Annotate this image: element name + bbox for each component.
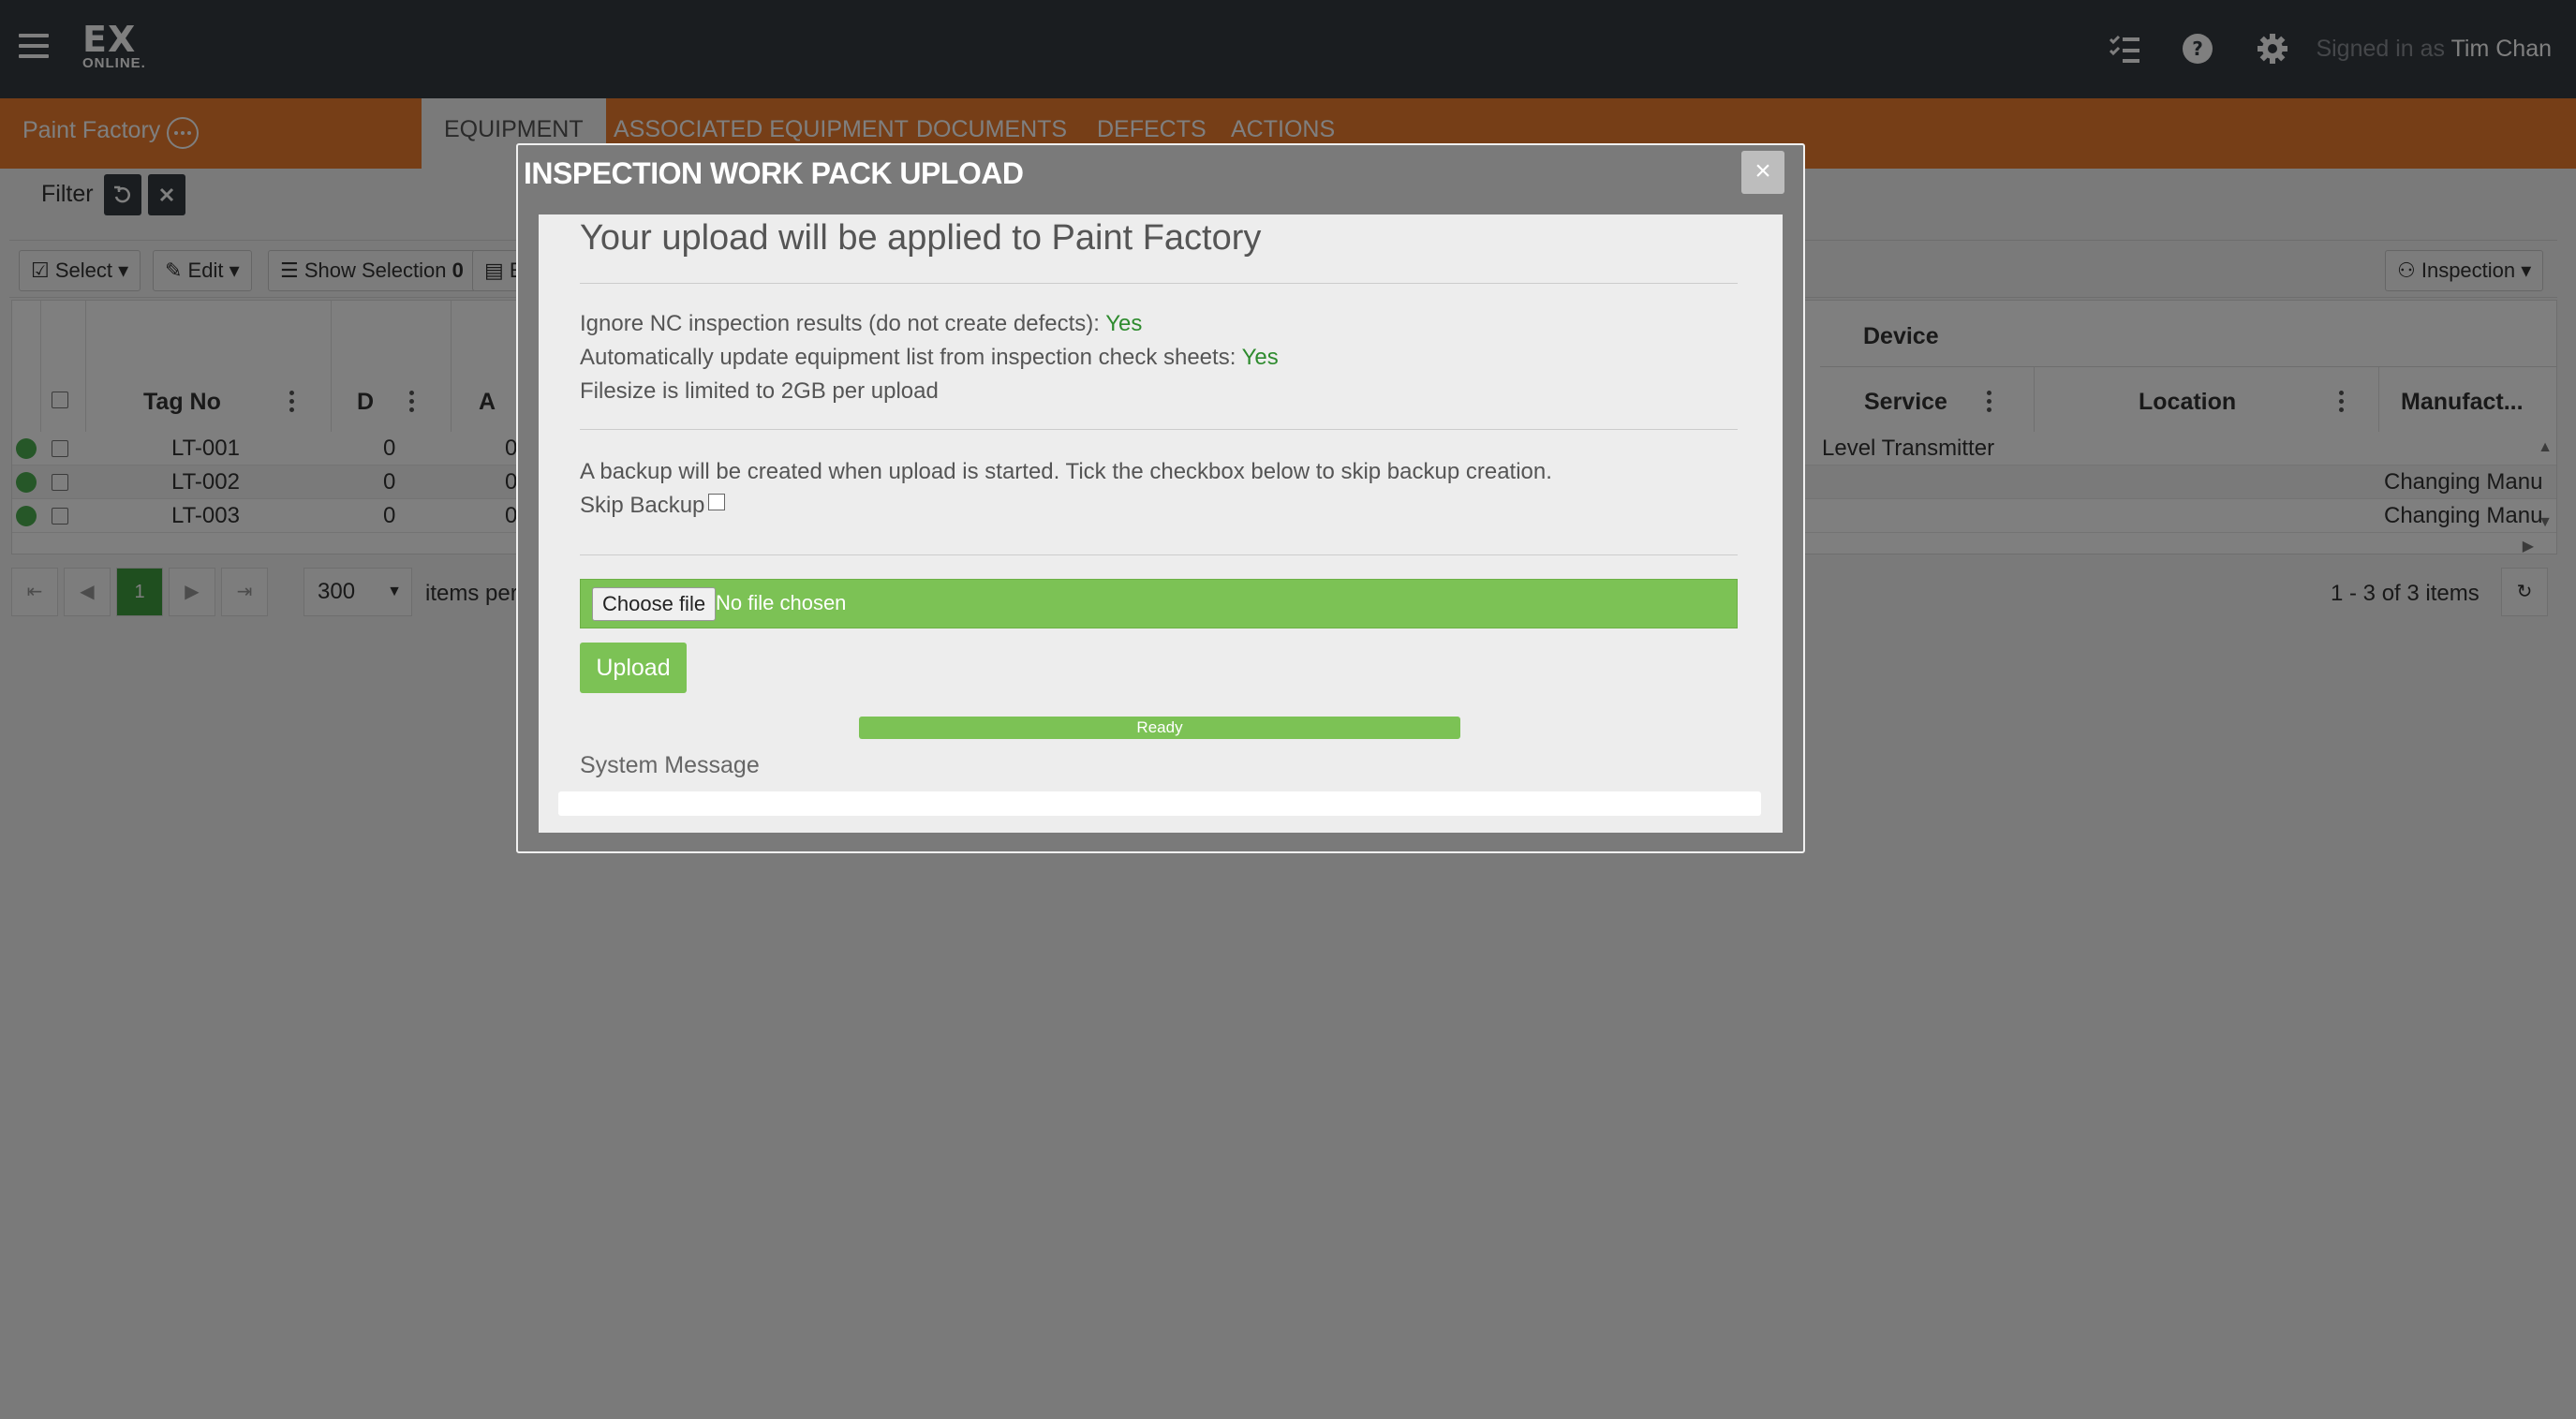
modal-title: INSPECTION WORK PACK UPLOAD bbox=[524, 156, 1024, 190]
modal-close-button[interactable]: × bbox=[1741, 151, 1784, 194]
backup-note: A backup will be created when upload is … bbox=[580, 459, 1552, 484]
file-name-text: No file chosen bbox=[716, 591, 847, 614]
filesize-note: Filesize is limited to 2GB per upload bbox=[580, 378, 939, 404]
modal-body: Your upload will be applied to Paint Fac… bbox=[539, 214, 1783, 833]
auto-update-setting: Automatically update equipment list from… bbox=[580, 345, 1279, 371]
auto-update-value: Yes bbox=[1241, 345, 1279, 370]
ignore-nc-label: Ignore NC inspection results (do not cre… bbox=[580, 311, 1100, 336]
upload-target-heading: Your upload will be applied to Paint Fac… bbox=[580, 218, 1262, 258]
inspection-upload-modal: INSPECTION WORK PACK UPLOAD × Your uploa… bbox=[516, 143, 1805, 853]
file-input[interactable]: Choose file No file chosen bbox=[580, 579, 1738, 628]
skip-backup-row: Skip Backup bbox=[580, 493, 726, 519]
system-message-label: System Message bbox=[580, 752, 760, 778]
choose-file-button[interactable]: Choose file bbox=[592, 587, 717, 621]
skip-backup-label: Skip Backup bbox=[580, 493, 705, 518]
system-message-box bbox=[558, 791, 1761, 816]
skip-backup-checkbox[interactable] bbox=[708, 494, 726, 510]
auto-update-label: Automatically update equipment list from… bbox=[580, 345, 1236, 370]
upload-button[interactable]: Upload bbox=[580, 643, 687, 693]
upload-progress-bar: Ready bbox=[859, 717, 1460, 739]
ignore-nc-value: Yes bbox=[1105, 311, 1143, 336]
ignore-nc-setting: Ignore NC inspection results (do not cre… bbox=[580, 311, 1142, 337]
